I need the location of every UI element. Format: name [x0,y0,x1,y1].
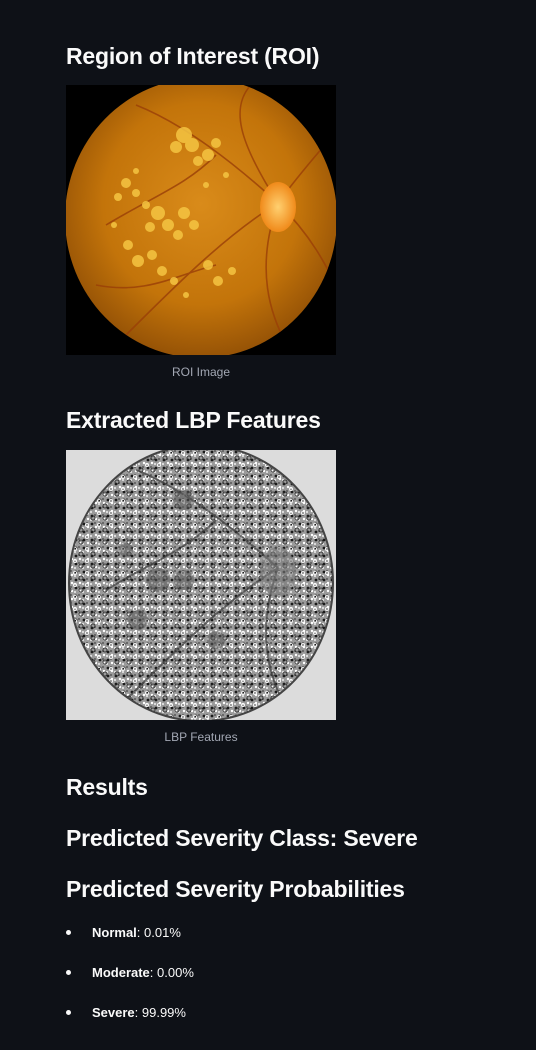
roi-heading: Region of Interest (ROI) [66,43,320,69]
probability-value: : 99.99% [134,1005,186,1020]
lbp-caption: LBP Features [164,730,238,744]
probability-label: Moderate [92,965,150,980]
probability-label: Severe [92,1005,135,1020]
list-item: Normal: 0.01% [66,922,194,962]
bullet-icon [66,970,71,975]
bullet-icon [66,930,71,935]
lbp-image [66,450,336,720]
results-heading: Results [66,774,148,800]
probability-value: : 0.01% [136,925,181,940]
list-item: Moderate: 0.00% [66,962,194,1002]
probability-value: : 0.00% [149,965,194,980]
main-content: Region of Interest (ROI) ROI Image Extra… [0,0,536,1050]
roi-image [66,85,336,355]
roi-caption: ROI Image [171,365,231,379]
probabilities-heading: Predicted Severity Probabilities [66,876,405,902]
lbp-heading: Extracted LBP Features [66,407,321,433]
probabilities-list: Normal: 0.01% Moderate: 0.00% Severe: 99… [66,922,194,1042]
predicted-class-heading: Predicted Severity Class: Severe [66,825,418,851]
bullet-icon [66,1010,71,1015]
list-item: Severe: 99.99% [66,1002,194,1042]
probability-label: Normal [92,925,137,940]
